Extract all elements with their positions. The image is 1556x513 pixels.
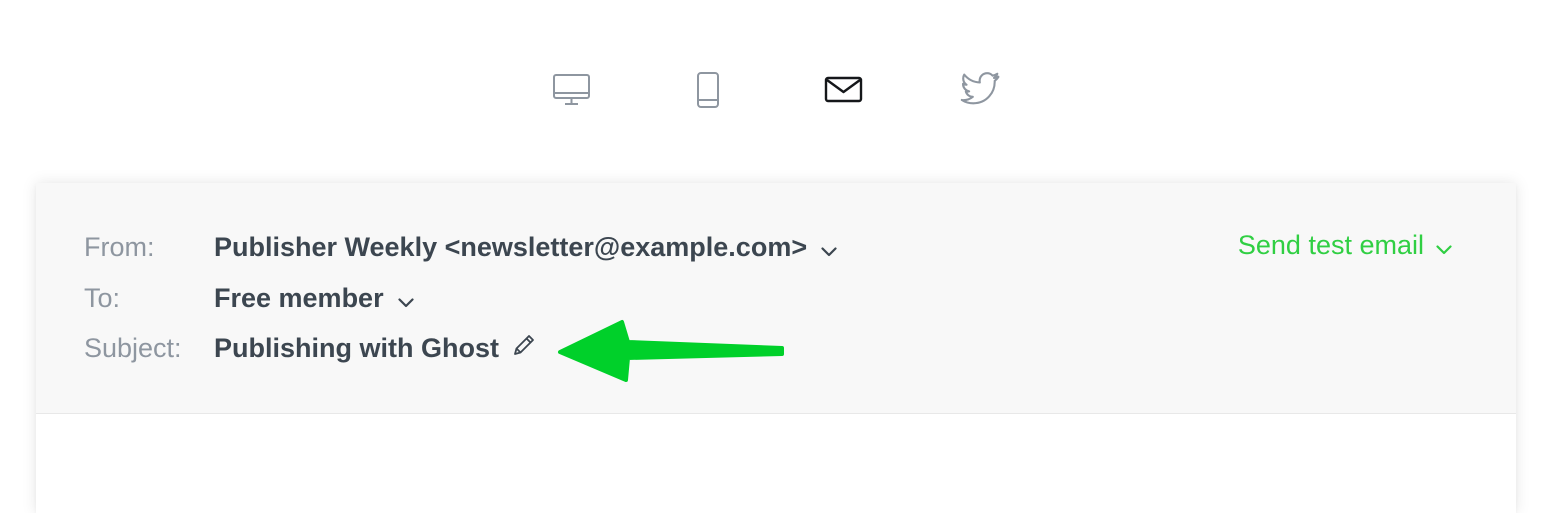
subject-value: Publishing with Ghost [214,332,499,363]
to-label: To: [84,282,121,313]
preview-mode-toolbar [0,66,1556,114]
mobile-preview-button[interactable] [684,66,732,114]
chevron-down-icon[interactable] [821,233,837,264]
send-test-email-label[interactable]: Send test email [1238,230,1424,261]
twitter-preview-button[interactable] [956,66,1004,114]
subject-field: Publishing with Ghost [214,332,537,365]
to-row: To: Free member [84,280,414,316]
email-preview-button[interactable] [820,66,868,114]
mobile-phone-icon [695,71,721,109]
chevron-down-icon[interactable] [1436,231,1452,262]
send-test-email-button[interactable]: Send test email [1238,227,1452,263]
pencil-edit-icon[interactable] [511,332,537,365]
subject-row: Subject: Publishing with Ghost [84,330,537,366]
annotation-arrow-icon [552,316,792,393]
twitter-bird-icon [959,72,1001,108]
desktop-preview-button[interactable] [548,66,596,114]
subject-label: Subject: [84,332,182,363]
desktop-monitor-icon [552,72,592,108]
from-row: From: Publisher Weekly <newsletter@examp… [84,229,837,265]
from-value[interactable]: Publisher Weekly <newsletter@example.com… [214,232,807,263]
envelope-icon [824,75,864,105]
from-selector[interactable]: Publisher Weekly <newsletter@example.com… [214,231,837,264]
to-value[interactable]: Free member [214,283,384,314]
to-selector[interactable]: Free member [214,282,414,315]
from-label: From: [84,231,155,262]
chevron-down-icon[interactable] [397,284,414,315]
